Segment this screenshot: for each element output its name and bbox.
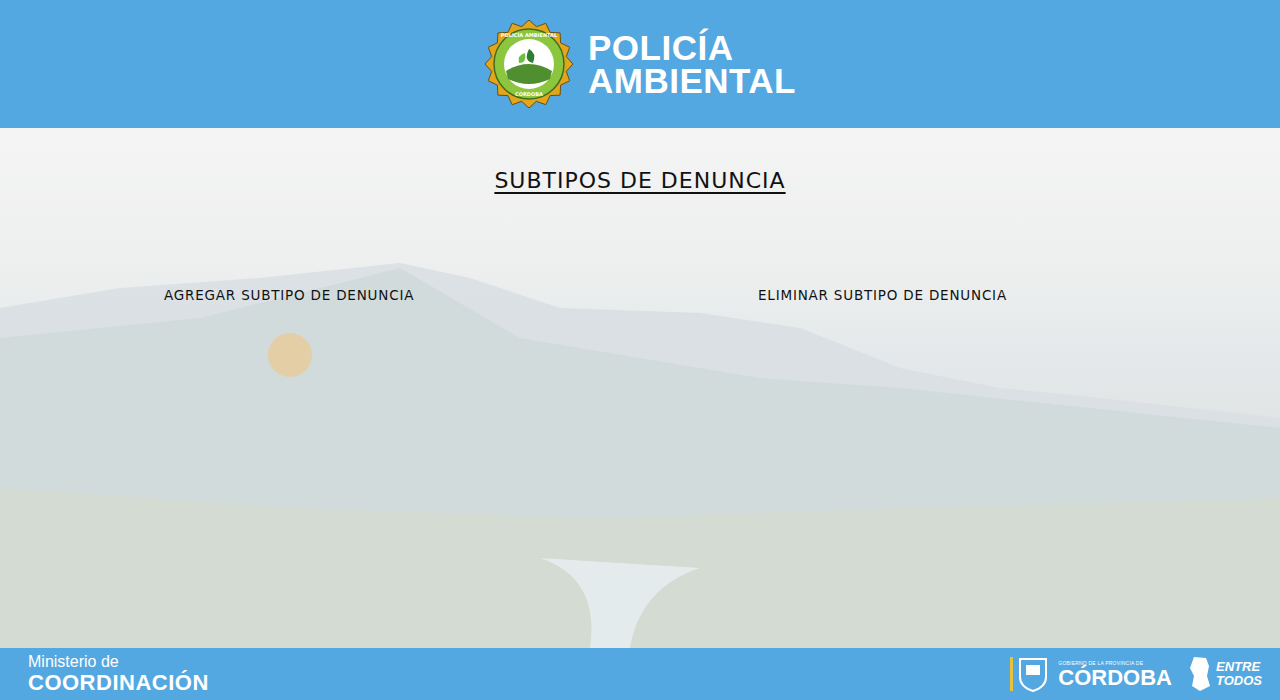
province-map-icon <box>1188 656 1212 692</box>
ministry-line2: COORDINACIÓN <box>28 671 209 695</box>
actions-row: AGREGAR SUBTIPO DE DENUNCIAELIMINAR SUBT… <box>0 285 1280 305</box>
government-small: GOBIERNO DE LA PROVINCIA DE <box>1058 660 1172 667</box>
slogan-text: ENTRETODOS <box>1216 660 1262 688</box>
logo-title: POLICÍA <box>588 31 796 64</box>
police-badge-icon: POLICÍA AMBIENTAL CÓRDOBA <box>484 19 574 109</box>
badge-top-text: POLICÍA AMBIENTAL <box>501 32 558 38</box>
government-name: CÓRDOBA <box>1058 667 1172 689</box>
badge-bottom-text: CÓRDOBA <box>515 91 543 97</box>
landscape-background <box>0 128 1280 648</box>
delete-subtype-link[interactable]: ELIMINAR SUBTIPO DE DENUNCIA <box>758 285 1280 305</box>
government-text: GOBIERNO DE LA PROVINCIA DECÓRDOBA <box>1058 660 1172 689</box>
slogan-line2: TODOS <box>1216 674 1262 688</box>
action-cell: AGREGAR SUBTIPO DE DENUNCIA <box>164 285 758 305</box>
ministry-line1: Ministerio de <box>28 653 209 671</box>
header-bar: POLICÍA AMBIENTAL CÓRDOBA POLICÍAAMBIENTAL <box>0 0 1280 128</box>
footer-bar: Ministerio deCOORDINACIÓN GOBIERNO DE LA … <box>0 648 1280 700</box>
page-title: SUBTIPOS DE DENUNCIA <box>490 168 789 193</box>
logo-text: POLICÍAAMBIENTAL <box>588 31 796 97</box>
logo-subtitle: AMBIENTAL <box>588 64 796 97</box>
shield-icon <box>1010 655 1052 693</box>
add-subtype-link[interactable]: AGREGAR SUBTIPO DE DENUNCIA <box>164 285 758 305</box>
action-cell: ELIMINAR SUBTIPO DE DENUNCIA <box>758 285 1280 305</box>
page-content: SUBTIPOS DE DENUNCIA AGREGAR SUBTIPO DE D… <box>0 128 1280 305</box>
ministry-logo: Ministerio deCOORDINACIÓN <box>28 653 209 695</box>
main-area: SUBTIPOS DE DENUNCIA AGREGAR SUBTIPO DE D… <box>0 128 1280 648</box>
government-logo: GOBIERNO DE LA PROVINCIA DECÓRDOBA <box>1010 655 1172 693</box>
slogan-logo: ENTRETODOS <box>1188 656 1262 692</box>
slogan-line1: ENTRE <box>1216 660 1262 674</box>
footer-logos: GOBIERNO DE LA PROVINCIA DECÓRDOBA ENTRET… <box>1010 655 1262 693</box>
